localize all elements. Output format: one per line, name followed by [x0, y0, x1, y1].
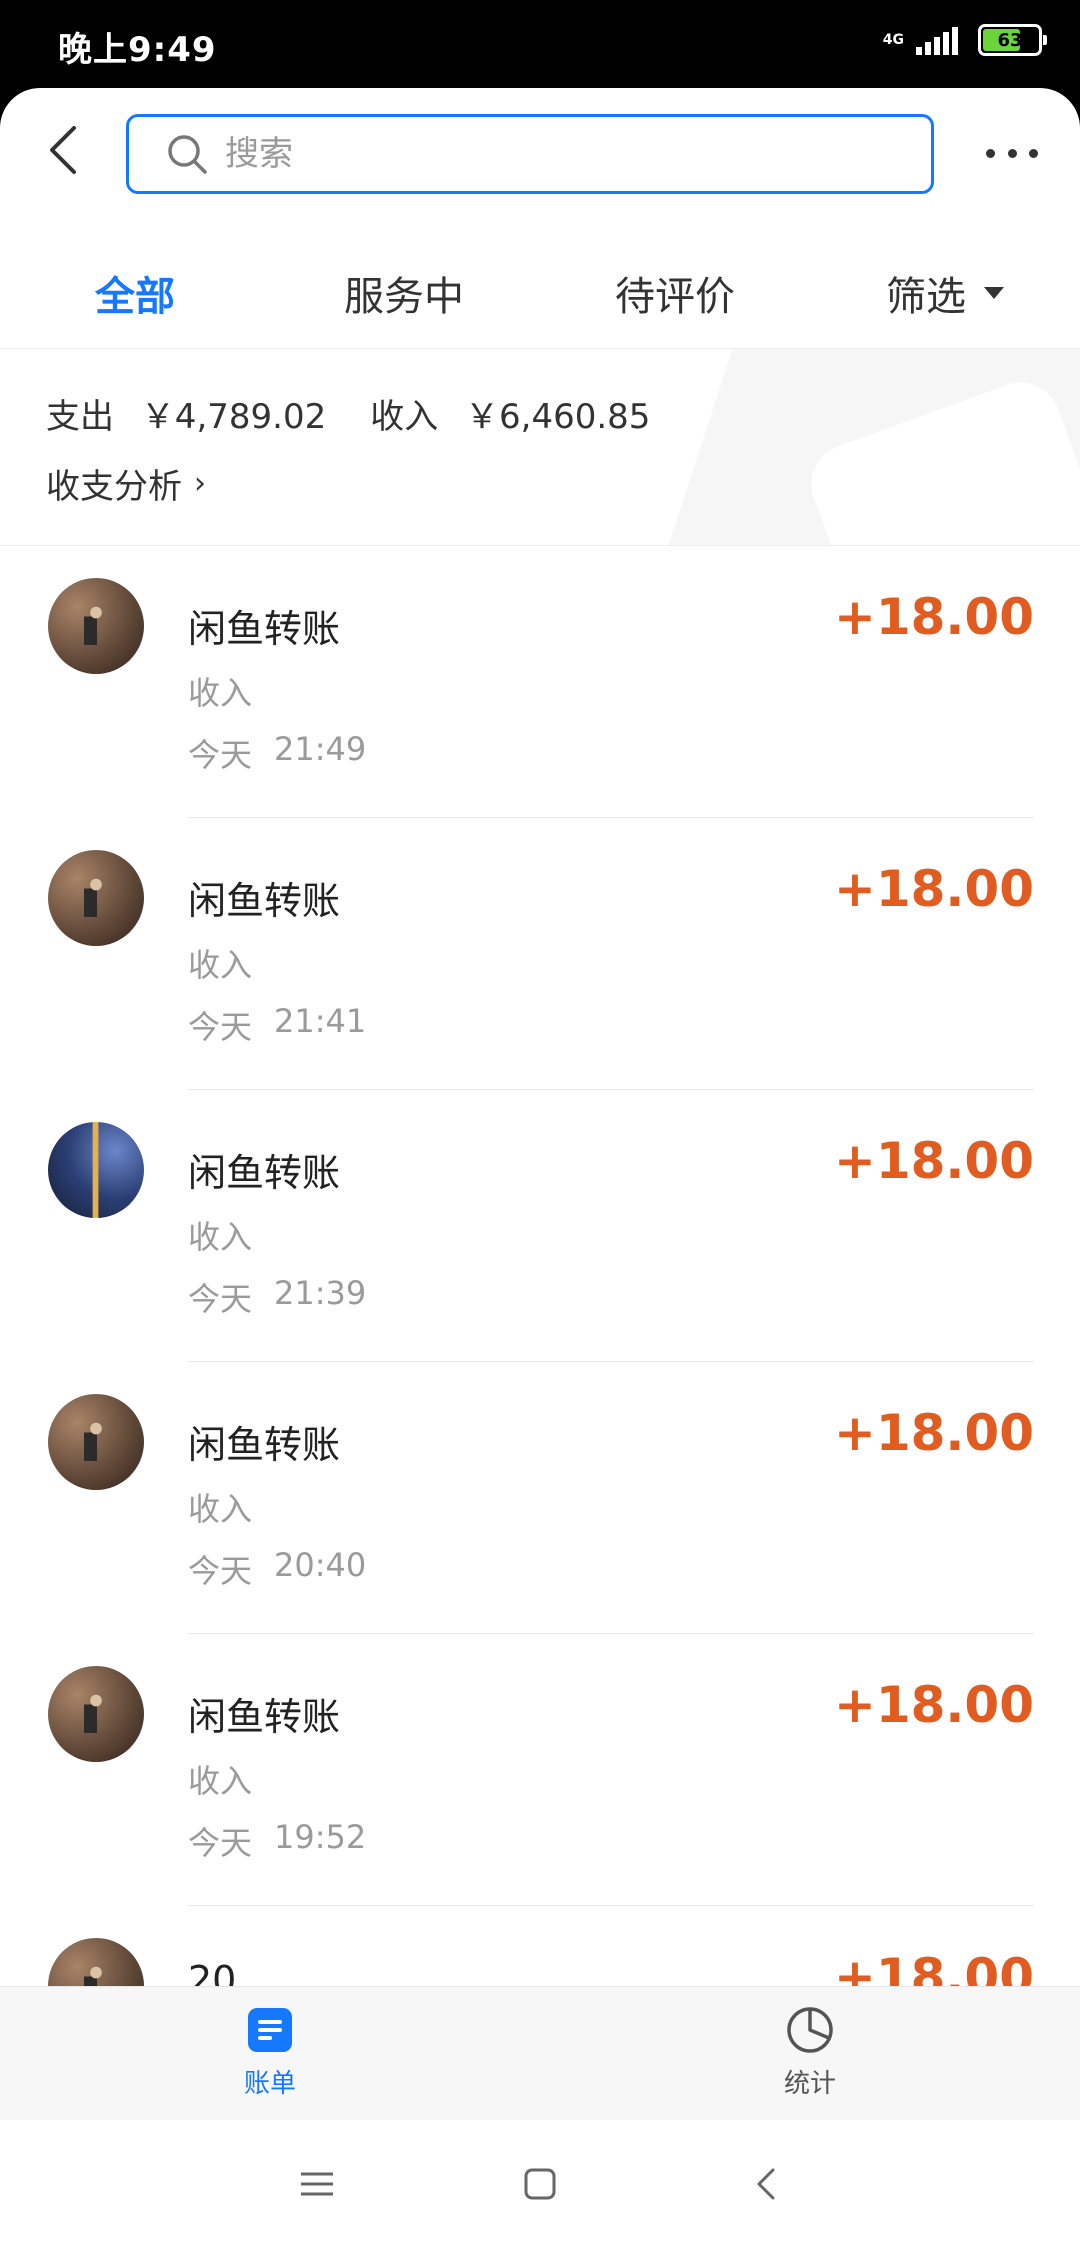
transaction-day: 今天	[188, 1008, 253, 1046]
transaction-day: 今天	[188, 1280, 253, 1318]
transaction-amount: +18.00	[833, 860, 1034, 918]
search-input[interactable]	[225, 134, 825, 174]
signal-icon	[916, 25, 958, 55]
tab-all[interactable]: 全部	[95, 248, 175, 338]
analysis-label: 收支分析	[46, 467, 182, 507]
nav-stats[interactable]: 统计	[730, 2005, 890, 2115]
transaction-clock: 21:41	[274, 1002, 367, 1040]
battery-level: 63	[997, 29, 1023, 51]
bill-icon	[248, 2008, 292, 2052]
expense-value: ￥4,789.02	[140, 397, 327, 437]
transaction-row[interactable]: 闲鱼转账 收入 今天 21:41 +18.00	[0, 818, 1080, 1090]
transaction-type: 收入	[188, 946, 253, 984]
transaction-type: 收入	[188, 1762, 253, 1800]
transaction-time: 今天 20:40	[188, 1546, 366, 1592]
caret-down-icon	[984, 287, 1004, 299]
transaction-time: 今天 21:39	[188, 1274, 366, 1320]
avatar	[48, 1122, 144, 1218]
avatar	[48, 1666, 144, 1762]
transaction-day: 今天	[188, 1552, 253, 1590]
nav-bill-label: 账单	[243, 2069, 296, 2099]
bottom-nav: 账单 统计	[0, 1986, 1080, 2120]
back-arrow-icon	[50, 126, 76, 174]
avatar	[48, 1394, 144, 1490]
transaction-title: 闲鱼转账	[188, 1695, 341, 1739]
tab-filter[interactable]: 筛选	[886, 248, 1004, 338]
transaction-time: 今天 19:52	[188, 1818, 366, 1864]
transaction-type: 收入	[188, 674, 253, 712]
home-icon[interactable]	[510, 2154, 570, 2214]
transaction-clock: 21:39	[274, 1274, 367, 1312]
tab-in-service[interactable]: 服务中	[344, 248, 464, 338]
transaction-title: 闲鱼转账	[188, 607, 341, 651]
status-time: 晚上9:49	[58, 30, 217, 70]
transaction-row[interactable]: 闲鱼转账 收入 今天 19:52 +18.00	[0, 1634, 1080, 1906]
transaction-amount: +18.00	[833, 1676, 1034, 1734]
transaction-day: 今天	[188, 1824, 253, 1862]
transaction-amount: +18.00	[833, 1132, 1034, 1190]
nav-bill[interactable]: 账单	[190, 2005, 350, 2115]
transaction-row[interactable]: 闲鱼转账 收入 今天 21:49 +18.00	[0, 546, 1080, 818]
pie-chart-icon	[787, 2007, 833, 2053]
transaction-clock: 21:49	[274, 730, 367, 768]
transaction-type: 收入	[188, 1490, 253, 1528]
expense-total: 支出 ￥4,789.02	[46, 389, 326, 438]
battery-icon: 63	[978, 24, 1047, 56]
summary-section: 支出 ￥4,789.02 收入 ￥6,460.85 收支分析 ›	[0, 348, 1080, 546]
transaction-row[interactable]: 闲鱼转账 收入 今天 20:40 +18.00	[0, 1362, 1080, 1634]
summary-totals: 支出 ￥4,789.02 收入 ￥6,460.85	[46, 389, 650, 438]
chevron-right-icon: ›	[194, 466, 206, 501]
transaction-title: 闲鱼转账	[188, 879, 341, 923]
transaction-day: 今天	[188, 736, 253, 774]
more-button[interactable]	[986, 138, 1038, 168]
transaction-type: 收入	[188, 1218, 253, 1256]
back-button[interactable]	[40, 118, 90, 182]
status-icons: 4G 63	[882, 24, 1047, 56]
more-dot	[1007, 148, 1017, 158]
tab-bar: 全部 服务中 待评价 筛选	[0, 248, 1080, 338]
status-bar: 晚上9:49 4G 63	[0, 0, 1080, 88]
income-value: ￥6,460.85	[465, 397, 651, 437]
tab-to-review[interactable]: 待评价	[615, 248, 735, 338]
avatar	[48, 850, 144, 946]
transaction-clock: 19:52	[274, 1818, 367, 1856]
tab-filter-label: 筛选	[886, 274, 966, 320]
transaction-title: 闲鱼转账	[188, 1423, 341, 1467]
back-nav-icon[interactable]	[737, 2154, 797, 2214]
network-type: 4G	[882, 32, 904, 48]
search-icon	[168, 135, 207, 174]
transaction-row[interactable]: 闲鱼转账 收入 今天 21:39 +18.00	[0, 1090, 1080, 1362]
header	[0, 88, 1080, 218]
analysis-link[interactable]: 收支分析 ›	[46, 459, 206, 508]
system-nav-bar	[0, 2120, 1080, 2248]
transaction-time: 今天 21:49	[188, 730, 366, 776]
screen: 晚上9:49 4G 63 搜索 全部 服务中 待评价 筛选 支出 ￥4,789.…	[0, 0, 1080, 2248]
more-dot	[1029, 148, 1038, 158]
more-dot	[986, 148, 995, 158]
expense-label: 支出	[46, 397, 114, 437]
transaction-amount: +18.00	[833, 588, 1034, 646]
menu-icon[interactable]	[287, 2154, 347, 2214]
transaction-time: 今天 21:41	[188, 1002, 366, 1048]
avatar	[48, 578, 144, 674]
income-total: 收入 ￥6,460.85	[370, 389, 650, 438]
transaction-clock: 20:40	[274, 1546, 367, 1584]
transaction-amount: +18.00	[833, 1404, 1034, 1462]
app-content: 全部 服务中 待评价 筛选 支出 ￥4,789.02 收入 ￥6,460.85	[0, 88, 1080, 2248]
search-bar[interactable]	[126, 114, 934, 194]
income-label: 收入	[370, 397, 439, 437]
nav-stats-label: 统计	[783, 2069, 836, 2099]
transaction-title: 闲鱼转账	[188, 1151, 341, 1195]
